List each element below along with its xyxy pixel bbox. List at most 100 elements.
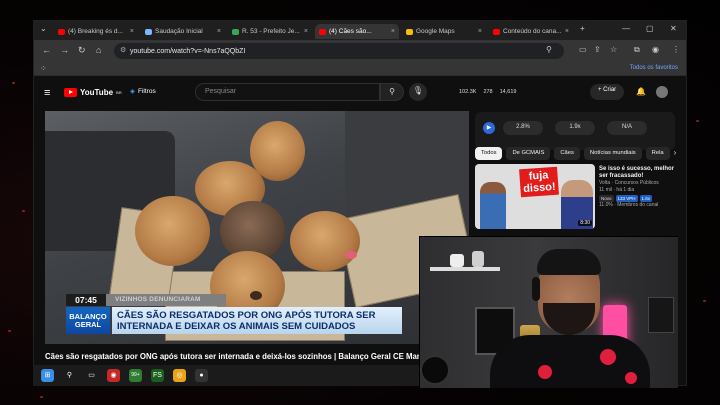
search-icon[interactable]: ⚲ (63, 369, 76, 382)
tab-label: Conteúdo do cana... (503, 28, 562, 35)
puppy-tongue (345, 251, 357, 259)
app-green-icon[interactable]: 99+ (129, 369, 142, 382)
chip-caes[interactable]: Cães (554, 147, 580, 160)
webcam-overlay (419, 236, 678, 388)
tab-label: R. 53 - Prefeito Je... (242, 28, 300, 35)
youtube-logo[interactable]: YouTube BR (64, 88, 122, 97)
maximize-icon[interactable]: ▢ (646, 24, 654, 33)
chip-world-news[interactable]: Notícias mundiais (583, 147, 642, 160)
notifications-bell-icon[interactable]: 🔔 (636, 87, 646, 96)
obs-icon[interactable]: ● (195, 369, 208, 382)
avatar[interactable] (656, 86, 668, 98)
search-button[interactable]: ⚲ (380, 83, 404, 101)
chip-todos[interactable]: Todos (475, 147, 503, 160)
extension-logo-icon[interactable]: ▶ (483, 122, 495, 134)
apps-grid-icon[interactable]: ⁘ (40, 64, 47, 73)
country-code: BR (116, 90, 122, 95)
browser-tab[interactable]: Saudação Inicial × (141, 24, 225, 39)
shelf (430, 267, 500, 271)
filters-label: Filtros (138, 87, 156, 95)
tab-favicon-icon (58, 28, 65, 35)
browser-tab[interactable]: Google Maps × (402, 24, 486, 39)
browser-tab[interactable]: (4) Breaking és d... × (54, 24, 138, 39)
tab-close-icon[interactable]: × (565, 28, 569, 35)
video-title: Cães são resgatados por ONG após tutora … (45, 352, 431, 361)
windows-start-icon[interactable]: ⊞ (41, 369, 54, 382)
chip-related[interactable]: Rela (645, 147, 670, 160)
extensions-icon[interactable]: ⧉ (634, 45, 640, 55)
spark (12, 82, 15, 84)
shirt-flower (625, 372, 637, 384)
home-icon[interactable]: ⌂ (96, 45, 101, 55)
tab-close-icon[interactable]: × (217, 28, 221, 35)
bookmark-star-icon[interactable]: ☆ (610, 45, 617, 54)
tab-favicon-icon (145, 28, 152, 35)
thumbnail-text: fuja disso! (519, 166, 559, 198)
spark (22, 210, 25, 212)
forward-icon[interactable]: → (60, 45, 69, 55)
create-label: Criar (603, 87, 617, 93)
tab-search-icon[interactable]: ⌄ (40, 24, 47, 33)
tab-close-icon[interactable]: × (130, 28, 134, 35)
tab-close-icon[interactable]: × (391, 28, 395, 35)
metric-pill[interactable]: N/A (607, 121, 647, 135)
tab-close-icon[interactable]: × (304, 28, 308, 35)
back-icon[interactable]: ← (42, 45, 51, 55)
browser-tab[interactable]: Conteúdo do cana... × (489, 24, 573, 39)
spark (40, 396, 43, 398)
metric-pill[interactable]: 1.9x (555, 121, 595, 135)
app-red-icon[interactable]: ◉ (107, 369, 120, 382)
browser-tab[interactable]: R. 53 - Prefeito Je... × (228, 24, 312, 39)
bookmarks-bar: ⁘ Todos os favoritos (34, 62, 686, 76)
search-icon: ⚲ (389, 87, 395, 96)
microphone (420, 355, 450, 385)
zoom-icon[interactable]: ⚲ (546, 45, 552, 54)
tab-label: (4) Cães são... (329, 28, 372, 35)
shirt-flower (538, 365, 552, 379)
plaque (648, 297, 674, 333)
hamburger-menu-icon[interactable]: ≡ (44, 87, 50, 99)
reload-icon[interactable]: ↻ (78, 45, 86, 56)
related-chips: Todos De GCMAIS Cães Notícias mundiais R… (475, 147, 677, 161)
video-thumbnail[interactable]: fuja disso! 8:30 (475, 164, 595, 229)
tab-label: Saudação Inicial (155, 28, 203, 35)
tab-close-icon[interactable]: × (478, 28, 482, 35)
cast-icon[interactable]: ▭ (579, 45, 587, 54)
minimize-icon[interactable]: — (622, 24, 630, 33)
new-tab-icon[interactable]: + (580, 24, 585, 33)
recommended-title[interactable]: Se isso é sucesso, melhor ser fracassado… (599, 166, 675, 180)
app-gfs-icon[interactable]: FS (151, 369, 164, 382)
stat-value: 14,619 (499, 89, 517, 95)
vph-badge: 133 VPH (615, 195, 638, 202)
news-tag: VIZINHOS DENUNCIARAM (106, 294, 226, 306)
profile-icon[interactable]: ◉ (652, 45, 659, 54)
youtube-play-icon (64, 88, 77, 97)
spark (8, 330, 11, 332)
browser-menu-icon[interactable]: ⋮ (672, 45, 680, 54)
chevron-right-icon[interactable]: › (674, 147, 677, 161)
filters-button[interactable]: ◈ Filtros (130, 87, 156, 96)
extension-metrics-bar: ▶ 2.8% 1.9x N/A (475, 112, 675, 150)
spark (703, 300, 706, 302)
badges: Novo 133 VPH 1.6x (599, 195, 675, 202)
create-button[interactable]: + Criar (590, 84, 625, 100)
voice-search-button[interactable]: 🎙 (409, 83, 427, 101)
shirt-flower (600, 349, 616, 365)
metric-pill[interactable]: 2.8% (503, 121, 543, 135)
site-info-icon[interactable]: ⚙ (120, 46, 126, 54)
close-icon[interactable]: ✕ (670, 24, 677, 33)
url-field[interactable]: ⚙ youtube.com/watch?v=-Nns7aQQbZI (114, 43, 564, 59)
share-icon[interactable]: ⇪ (594, 45, 601, 54)
screen: ⌄ (4) Breaking és d... × Saudação Inicial ×… (0, 0, 720, 405)
all-bookmarks-link[interactable]: Todos os favoritos (630, 65, 678, 71)
recommended-extra: 11.0% · Membros do canal (599, 202, 659, 208)
chip-channel[interactable]: De GCMAIS (506, 147, 551, 160)
chrome-icon[interactable]: ◎ (173, 369, 186, 382)
browser-tab[interactable]: (4) Cães são... × (315, 24, 399, 39)
score-badge: 1.6x (639, 195, 653, 202)
recommended-video[interactable]: fuja disso! 8:30 Se isso é sucesso, melh… (475, 164, 675, 229)
search-input[interactable]: Pesquisar (195, 83, 380, 101)
video-player[interactable]: 07:45 VIZINHOS DENUNCIARAM BALANÇO GERAL… (45, 111, 469, 344)
tab-favicon-icon (406, 28, 413, 35)
task-view-icon[interactable]: ▭ (85, 369, 98, 382)
